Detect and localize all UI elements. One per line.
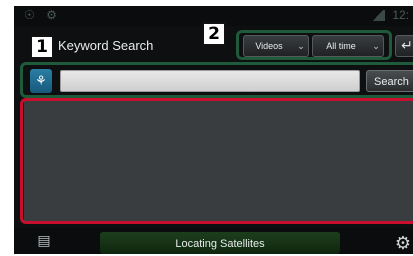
callout-1-frame — [20, 62, 413, 98]
back-icon: ↵ — [401, 37, 413, 53]
callout-number-2: 2 — [202, 22, 226, 46]
status-right: 12: — [370, 8, 409, 22]
settings-button[interactable]: ⚙ — [392, 232, 413, 254]
map-button[interactable]: ▤ — [30, 232, 58, 252]
callout-number-1: 1 — [30, 35, 54, 59]
clock: 12: — [392, 8, 409, 22]
gps-status: Locating Satellites — [100, 232, 340, 254]
signal-icon — [370, 10, 385, 22]
page-title: Keyword Search — [58, 38, 154, 53]
gear-icon: ⚙ — [394, 233, 412, 253]
back-button[interactable]: ↵ — [395, 35, 413, 57]
callout-3-frame — [20, 98, 413, 224]
callout-2-frame — [236, 30, 392, 60]
map-icon: ▤ — [37, 232, 51, 248]
status-icons: ☉ ⚙ — [24, 8, 61, 22]
